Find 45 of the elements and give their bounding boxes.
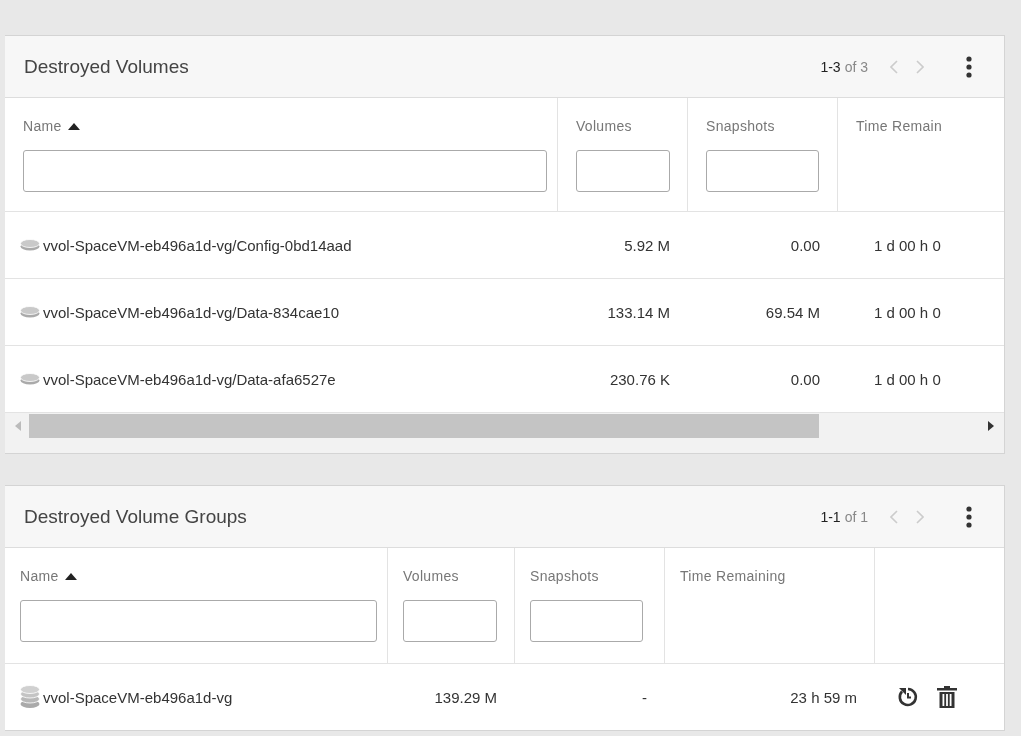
restore-icon[interactable] [897, 686, 919, 708]
panel-title: Destroyed Volume Groups [24, 505, 248, 528]
pagination-range: 1-3 [820, 58, 841, 75]
sort-ascending-icon[interactable] [67, 122, 80, 130]
table-cell: vvol-SpaceVM-eb496a1d-vg/Data-afa6527e [43, 370, 336, 388]
column-header[interactable]: Time Remaining [680, 568, 786, 584]
table-cell: 230.76 K [609, 370, 670, 388]
column-header[interactable]: Time Remain [856, 118, 943, 134]
column-header[interactable]: Snapshots [530, 568, 599, 584]
table-cell: 139.29 M [434, 688, 497, 706]
filter-field[interactable] [706, 150, 819, 192]
scroll-left-icon[interactable] [15, 421, 21, 431]
column-header[interactable]: Name [20, 568, 59, 584]
table-cell: 1 d 00 h 0 [874, 303, 941, 321]
table-cell: - [642, 688, 647, 706]
table-cell: 0.00 [790, 370, 820, 388]
table-cell: 1 d 00 h 0 [874, 370, 941, 388]
table-cell: 23 h 59 m [790, 688, 857, 706]
pagination-total: of 1 [844, 508, 868, 525]
filter-field[interactable] [530, 600, 643, 642]
filter-field[interactable] [20, 600, 377, 642]
table-cell: 133.14 M [607, 303, 670, 321]
pagination-total: of 3 [844, 58, 868, 75]
table-cell: vvol-SpaceVM-eb496a1d-vg [43, 688, 233, 706]
table-cell: 5.92 M [624, 236, 670, 254]
table-cell: vvol-SpaceVM-eb496a1d-vg/Config-0bd14aad [43, 236, 352, 254]
scroll-right-icon[interactable] [988, 421, 994, 431]
horizontal-scrollbar[interactable] [5, 413, 1004, 453]
sort-ascending-icon[interactable] [64, 572, 77, 580]
table-cell: vvol-SpaceVM-eb496a1d-vg/Data-834cae10 [43, 303, 339, 321]
table-cell: 1 d 00 h 0 [874, 236, 941, 254]
table-cell: 0.00 [790, 236, 820, 254]
filter-field[interactable] [403, 600, 497, 642]
trash-icon[interactable] [937, 686, 957, 708]
column-header[interactable]: Snapshots [706, 118, 775, 134]
panel-title: Destroyed Volumes [24, 55, 190, 78]
more-options-icon[interactable] [966, 505, 972, 528]
column-header[interactable]: Volumes [576, 118, 632, 134]
filter-field[interactable] [576, 150, 670, 192]
filter-field[interactable] [23, 150, 547, 192]
column-header[interactable]: Name [23, 118, 62, 134]
column-header[interactable]: Volumes [403, 568, 459, 584]
pagination-range: 1-1 [820, 508, 841, 525]
more-options-icon[interactable] [966, 55, 972, 78]
table-cell: 69.54 M [765, 303, 820, 321]
